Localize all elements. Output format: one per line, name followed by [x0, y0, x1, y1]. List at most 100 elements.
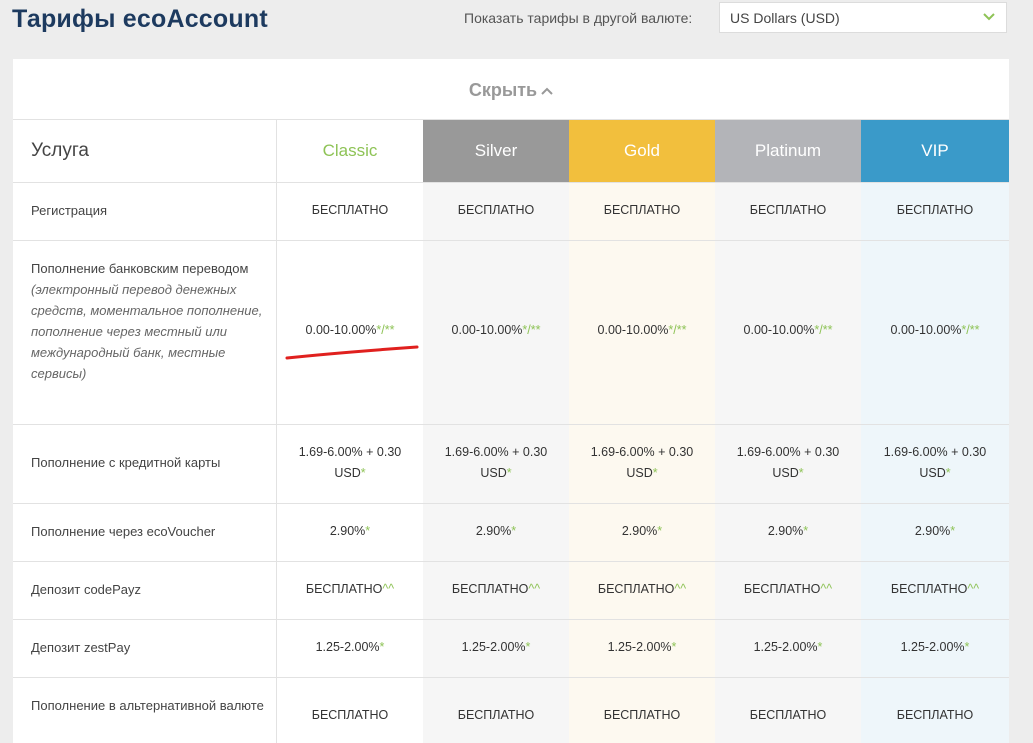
footnote-mark: * [379, 640, 385, 654]
cell-text: USD [626, 466, 653, 480]
footnote-mark: * [950, 524, 956, 538]
currency-select-value: US Dollars (USD) [730, 10, 840, 26]
cell-value: 1.69-6.00% + 0.30 USD* [861, 442, 1009, 484]
row-label-note: (электронный перевод денежных средств, м… [31, 282, 263, 381]
row-label: Регистрация [31, 203, 107, 218]
cell-value: БЕСПЛАТНО^^ [569, 579, 715, 600]
cell-value: 2.90%* [569, 521, 715, 542]
row-label: Депозит zestPay [31, 640, 131, 655]
cell-value: БЕСПЛАТНО^^ [423, 579, 569, 600]
cell-text: 0.00-10.00% [890, 323, 962, 337]
cell-text: 2.90% [621, 524, 658, 538]
chevron-up-icon [541, 87, 553, 95]
cell-text: 1.69-6.00% + 0.30 [590, 445, 694, 459]
cell-text: USD [772, 466, 799, 480]
footnote-mark: * [506, 466, 512, 480]
cell-text: 0.00-10.00% [451, 323, 523, 337]
row-label-text: Пополнение банковским переводом [31, 261, 249, 276]
cell-value: 1.69-6.00% + 0.30 USD* [423, 442, 569, 484]
cell-value: БЕСПЛАТНО [457, 203, 535, 217]
table-row: Пополнение с кредитной карты 1.69-6.00% … [13, 424, 1009, 503]
tier-header-platinum: Platinum [715, 120, 861, 182]
footnote-mark: * [671, 640, 677, 654]
footnote-mark: ^^ [528, 582, 541, 596]
tier-header-gold: Gold [569, 120, 715, 182]
footnote-mark: * [803, 524, 809, 538]
footnote-mark: */** [376, 323, 395, 337]
cell-value: 2.90%* [861, 521, 1009, 542]
cell-text: БЕСПЛАТНО [597, 582, 675, 596]
cell-text: 1.69-6.00% + 0.30 [736, 445, 840, 459]
cell-text: 2.90% [475, 524, 512, 538]
cell-value: 1.25-2.00%* [715, 637, 861, 658]
cell-value: 0.00-10.00%*/** [423, 320, 569, 341]
footnote-mark: * [360, 466, 366, 480]
footnote-mark: */** [961, 323, 980, 337]
footnote-mark: */** [522, 323, 541, 337]
tariff-card: Скрыть Услуга Classic Silver Gold Platin… [13, 59, 1009, 743]
cell-value: 1.69-6.00% + 0.30 USD* [277, 442, 423, 484]
cell-text: 0.00-10.00% [743, 323, 815, 337]
chevron-down-icon [983, 13, 995, 21]
footnote-mark: ^^ [674, 582, 687, 596]
cell-text: 2.90% [914, 524, 951, 538]
cell-value: БЕСПЛАТНО [749, 203, 827, 217]
cell-text: 1.25-2.00% [753, 640, 818, 654]
footnote-mark: ^^ [382, 582, 395, 596]
footnote-mark: * [798, 466, 804, 480]
cell-value: 0.00-10.00%*/** [277, 320, 423, 341]
cell-text: 1.25-2.00% [461, 640, 526, 654]
currency-select[interactable]: US Dollars (USD) [719, 2, 1007, 33]
footnote-mark: * [511, 524, 517, 538]
cell-text: БЕСПЛАТНО [451, 582, 529, 596]
row-label: Пополнение в альтернативной валюте [31, 698, 264, 713]
cell-value: 1.25-2.00%* [423, 637, 569, 658]
footnote-mark: * [657, 524, 663, 538]
cell-text: 0.00-10.00% [305, 323, 377, 337]
cell-text: 1.25-2.00% [315, 640, 380, 654]
table-row: Пополнение через ecoVoucher 2.90%* 2.90%… [13, 503, 1009, 561]
table-row: Пополнение в альтернативной валюте БЕСПЛ… [13, 677, 1009, 743]
currency-label: Показать тарифы в другой валюте: [464, 10, 693, 26]
cell-value: 0.00-10.00%*/** [715, 320, 861, 341]
cell-text: БЕСПЛАТНО [305, 582, 383, 596]
footnote-mark: ^^ [967, 582, 980, 596]
footnote-mark: ^^ [820, 582, 833, 596]
hide-button[interactable]: Скрыть [469, 80, 553, 101]
cell-value: БЕСПЛАТНО [603, 203, 681, 217]
cell-value: БЕСПЛАТНО^^ [715, 579, 861, 600]
footnote-mark: */** [814, 323, 833, 337]
cell-value: 1.69-6.00% + 0.30 USD* [715, 442, 861, 484]
tier-header-vip: VIP [861, 120, 1009, 182]
cell-text: 2.90% [329, 524, 366, 538]
cell-text: 1.25-2.00% [900, 640, 965, 654]
cell-value: 2.90%* [423, 521, 569, 542]
cell-text: БЕСПЛАТНО [890, 582, 968, 596]
table-row: Депозит zestPay 1.25-2.00%* 1.25-2.00%* … [13, 619, 1009, 677]
cell-value: 1.25-2.00%* [569, 637, 715, 658]
hide-bar: Скрыть [13, 59, 1009, 120]
footnote-mark: */** [668, 323, 687, 337]
cell-value: 1.69-6.00% + 0.30 USD* [569, 442, 715, 484]
tier-header-silver: Silver [423, 120, 569, 182]
footnote-mark: * [652, 466, 658, 480]
cell-value: БЕСПЛАТНО^^ [861, 579, 1009, 600]
table-row: Регистрация БЕСПЛАТНО БЕСПЛАТНО БЕСПЛАТН… [13, 182, 1009, 240]
footnote-mark: * [945, 466, 951, 480]
cell-text: 1.25-2.00% [607, 640, 672, 654]
cell-text: БЕСПЛАТНО [743, 582, 821, 596]
cell-value: БЕСПЛАТНО [311, 708, 389, 722]
footnote-mark: * [365, 524, 371, 538]
cell-value: 2.90%* [715, 521, 861, 542]
cell-text: 1.69-6.00% + 0.30 [883, 445, 987, 459]
cell-value: БЕСПЛАТНО^^ [277, 579, 423, 600]
cell-value: БЕСПЛАТНО [603, 708, 681, 722]
row-label: Пополнение с кредитной карты [31, 455, 221, 470]
service-header: Услуга [31, 140, 89, 161]
hide-label: Скрыть [468, 80, 538, 100]
footnote-mark: * [964, 640, 970, 654]
cell-text: 1.69-6.00% + 0.30 [298, 445, 402, 459]
cell-value: БЕСПЛАТНО [749, 708, 827, 722]
tier-header-classic: Classic [322, 141, 378, 160]
row-label: Пополнение через ecoVoucher [31, 524, 216, 539]
